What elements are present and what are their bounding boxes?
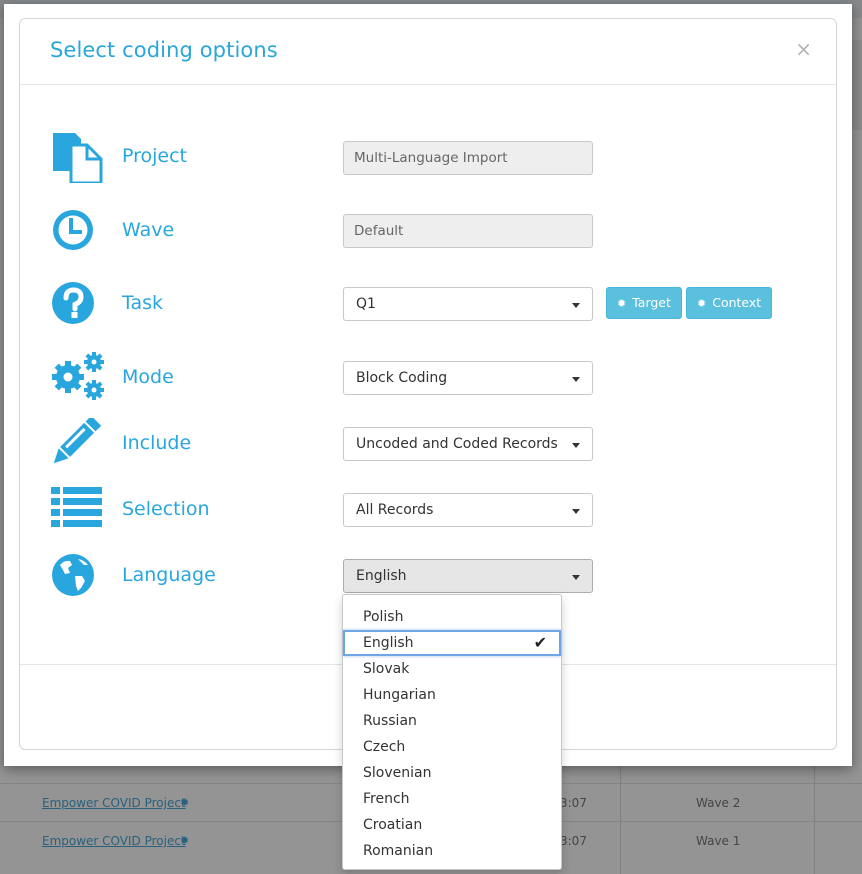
option-label: Slovenian [363, 765, 432, 781]
option-label: Slovak [363, 661, 410, 677]
include-row: Include Uncoded and Coded Records [20, 418, 836, 474]
close-button[interactable]: × [795, 39, 812, 59]
chevron-down-icon [572, 509, 580, 514]
gears-icon [52, 352, 104, 400]
project-label: Project [122, 145, 188, 167]
language-select[interactable]: English [343, 559, 593, 593]
language-select-value: English [356, 568, 407, 584]
mode-label: Mode [122, 366, 174, 388]
selection-select-value: All Records [356, 502, 434, 518]
modal-title: Select coding options [50, 38, 278, 62]
task-label: Task [122, 292, 164, 314]
language-option-slovenian[interactable]: Slovenian [343, 760, 561, 786]
option-label: Polish [363, 609, 404, 625]
language-option-romanian[interactable]: Romanian [343, 838, 561, 864]
globe-icon [52, 554, 94, 596]
chevron-down-icon [572, 377, 580, 382]
wave-row: Wave Default [20, 205, 836, 261]
chevron-down-icon [572, 303, 580, 308]
option-label: Russian [363, 713, 417, 729]
option-label: Czech [363, 739, 406, 755]
language-option-croatian[interactable]: Croatian [343, 812, 561, 838]
context-button[interactable]: ✹ Context [686, 287, 773, 319]
include-select[interactable]: Uncoded and Coded Records [343, 427, 593, 461]
mode-select[interactable]: Block Coding [343, 361, 593, 395]
target-button[interactable]: ✹ Target [606, 287, 682, 319]
wave-field: Default [343, 214, 593, 248]
language-dropdown-menu: Polish English ✔ Slovak Hungarian Russian… [342, 594, 562, 870]
clock-icon [53, 210, 93, 250]
gear-icon: ✹ [617, 297, 627, 310]
option-label: Romanian [363, 843, 434, 859]
chevron-down-icon [572, 443, 580, 448]
include-label: Include [122, 432, 192, 454]
language-option-polish[interactable]: Polish [343, 604, 561, 630]
project-field: Multi-Language Import [343, 141, 593, 175]
mode-select-value: Block Coding [356, 370, 448, 386]
language-option-czech[interactable]: Czech [343, 734, 561, 760]
modal-header: Select coding options × [20, 19, 836, 85]
option-label: Hungarian [363, 687, 436, 703]
target-button-label: Target [632, 295, 671, 310]
language-option-hungarian[interactable]: Hungarian [343, 682, 561, 708]
task-select[interactable]: Q1 [343, 287, 593, 321]
task-row: Task Q1 ✹ Target ✹ Context [20, 278, 836, 334]
selection-row: Selection All Records [20, 484, 836, 540]
mode-row: Mode Block Coding [20, 352, 836, 408]
project-row: Project Multi-Language Import [20, 131, 836, 187]
language-option-slovak[interactable]: Slovak [343, 656, 561, 682]
include-select-value: Uncoded and Coded Records [356, 436, 558, 452]
language-option-english[interactable]: English ✔ [343, 630, 561, 656]
checkmark-icon: ✔ [533, 633, 547, 652]
language-option-russian[interactable]: Russian [343, 708, 561, 734]
wave-label: Wave [122, 219, 175, 241]
gear-icon: ✹ [697, 297, 707, 310]
option-label: English [363, 635, 414, 651]
selection-select[interactable]: All Records [343, 493, 593, 527]
language-label: Language [122, 564, 216, 586]
pencil-icon [53, 418, 102, 464]
option-label: Croatian [363, 817, 423, 833]
selection-label: Selection [122, 498, 210, 520]
list-icon [51, 487, 102, 527]
option-label: French [363, 791, 410, 807]
chevron-down-icon [572, 575, 580, 580]
question-icon [52, 282, 94, 324]
language-option-french[interactable]: French [343, 786, 561, 812]
document-icon [53, 133, 103, 183]
context-button-label: Context [712, 295, 762, 310]
task-select-value: Q1 [356, 296, 376, 312]
